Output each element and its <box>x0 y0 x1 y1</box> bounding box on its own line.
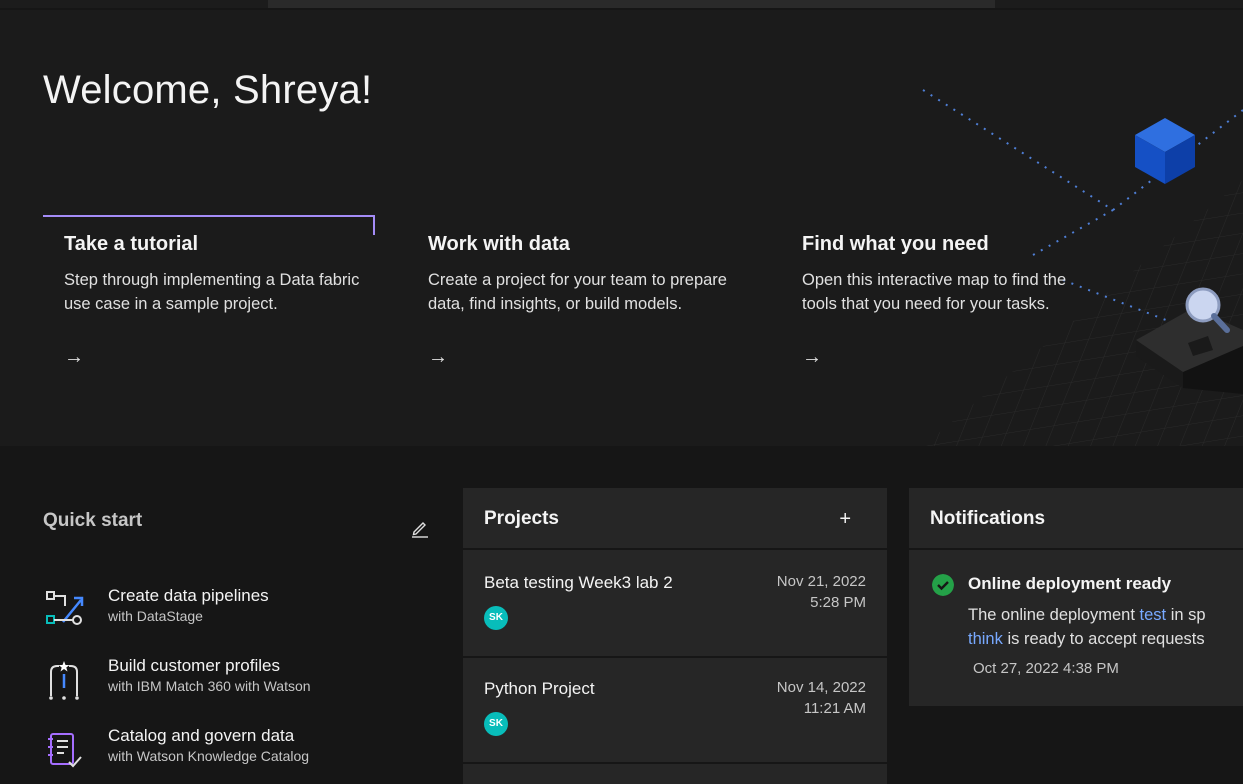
quick-start-title: Quick start <box>43 510 143 531</box>
notification-line-1: The online deployment test in sp <box>968 603 1243 627</box>
work-with-data-desc: Create a project for your team to prepar… <box>428 271 727 313</box>
notification-text: in sp <box>1166 606 1206 624</box>
top-bar <box>0 0 1243 10</box>
project-name: Python Project <box>484 679 595 698</box>
projects-panel: Projects + Beta testing Week3 lab 2 Nov … <box>463 488 887 784</box>
project-row[interactable]: Beta testing Week3 lab 2 Nov 21, 2022 5:… <box>463 552 887 658</box>
checkmark-icon <box>932 574 954 596</box>
quick-start-item-subtitle: with IBM Match 360 with Watson <box>108 678 311 694</box>
quick-start-item-subtitle: with Watson Knowledge Catalog <box>108 748 310 764</box>
arrow-right-icon[interactable]: → <box>802 346 822 369</box>
edit-icon[interactable] <box>410 518 430 538</box>
hero-banner: Welcome, Shreya! Take a tutorial Step th… <box>0 10 1243 446</box>
project-date: Nov 14, 2022 11:21 AM <box>777 677 866 719</box>
project-date-day: Nov 14, 2022 <box>776 679 866 696</box>
notifications-header: Notifications <box>909 488 1243 550</box>
quick-start-item-subtitle: with DataStage <box>108 608 203 624</box>
quick-start-item-profiles[interactable]: Build customer profiles with IBM Match 3… <box>43 656 443 706</box>
project-row[interactable]: Python Project Nov 14, 2022 11:21 AM SK <box>463 658 887 764</box>
projects-header: Projects + <box>463 488 887 550</box>
profile-icon <box>49 661 79 700</box>
top-bar-right <box>995 0 1243 8</box>
pipeline-icon <box>46 591 84 625</box>
notifications-title: Notifications <box>930 508 1046 529</box>
project-date-time: 5:28 PM <box>810 594 866 611</box>
project-name: Beta testing Week3 lab 2 <box>484 573 673 592</box>
notification-body: The online deployment test in sp think i… <box>968 603 1243 651</box>
notification-title[interactable]: Online deployment ready <box>968 574 1171 594</box>
tutorial-card-desc: Step through implementing a Data fabric … <box>64 271 360 313</box>
project-date-time: 11:21 AM <box>803 700 866 717</box>
find-what-you-need-title: Find what you need <box>802 233 989 255</box>
projects-title: Projects <box>484 508 559 529</box>
avatar: SK <box>484 712 508 736</box>
notification-date: Oct 27, 2022 4:38 PM <box>973 660 1119 677</box>
arrow-right-icon[interactable]: → <box>428 346 448 369</box>
tutorial-card-content[interactable]: Take a tutorial Step through implementin… <box>64 215 396 385</box>
quick-start-item-catalog[interactable]: Catalog and govern data with Watson Know… <box>43 726 443 776</box>
deployment-link[interactable]: test <box>1140 606 1167 624</box>
top-bar-left <box>0 0 268 8</box>
project-date: Nov 21, 2022 5:28 PM <box>777 571 866 613</box>
project-date-day: Nov 21, 2022 <box>776 573 866 590</box>
find-what-you-need-desc: Open this interactive map to find the to… <box>802 271 1067 313</box>
find-what-you-need-card[interactable]: Find what you need Open this interactive… <box>802 215 1134 385</box>
avatar: SK <box>484 606 508 630</box>
work-with-data-title: Work with data <box>428 233 570 255</box>
arrow-right-icon[interactable]: → <box>64 346 84 369</box>
quick-start-item-title: Create data pipelines <box>108 586 269 605</box>
catalog-icon <box>48 733 82 768</box>
quick-start-item-title: Build customer profiles <box>108 656 280 675</box>
work-with-data-card[interactable]: Work with data Create a project for your… <box>428 215 760 385</box>
add-project-button[interactable]: + <box>839 508 851 531</box>
top-bar-tab[interactable] <box>268 0 995 8</box>
quick-start-item-pipelines[interactable]: Create data pipelines with DataStage <box>43 586 443 636</box>
quick-start-item-title: Catalog and govern data <box>108 726 295 745</box>
space-link[interactable]: think <box>968 630 1003 648</box>
notifications-panel: Notifications Online deployment ready Th… <box>909 488 1243 706</box>
notification-line-2: think is ready to accept requests <box>968 627 1243 651</box>
tutorial-card-title: Take a tutorial <box>64 233 199 255</box>
notification-text: is ready to accept requests <box>1002 630 1205 648</box>
notification-text: The online deployment <box>968 606 1140 624</box>
welcome-heading: Welcome, Shreya! <box>43 68 373 112</box>
